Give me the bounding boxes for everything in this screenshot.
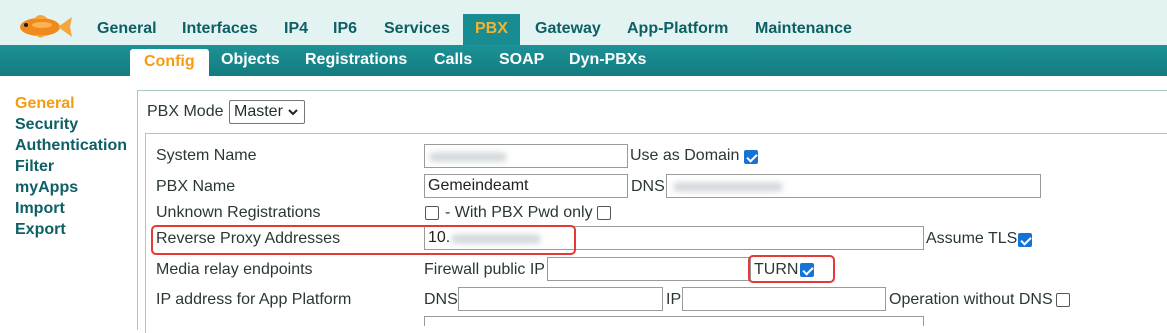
side-menu: General Security Authentication Filter m… (15, 93, 127, 240)
main-tab-app-platform[interactable]: App-Platform (627, 20, 728, 38)
operation-without-dns-label: Operation without DNS (889, 291, 1053, 308)
sub-tab-dyn-pbxs[interactable]: Dyn-PBXs (569, 51, 646, 69)
dns-input[interactable] (666, 174, 1041, 198)
side-item-export[interactable]: Export (15, 219, 127, 240)
goldfish-logo-icon (20, 15, 72, 38)
main-tab-gateway[interactable]: Gateway (535, 20, 601, 38)
pbx-name-input[interactable]: Gemeindeamt (424, 174, 628, 198)
sub-tab-soap[interactable]: SOAP (499, 51, 544, 69)
pbx-name-value: Gemeindeamt (428, 177, 529, 194)
use-as-domain-checkbox[interactable] (744, 150, 758, 164)
app-dns-input[interactable] (458, 287, 663, 311)
system-name-input[interactable] (424, 144, 628, 168)
unknown-registrations-checkbox[interactable] (425, 206, 439, 220)
main-tab-general[interactable]: General (97, 20, 157, 38)
pbx-mode-value: Master (234, 103, 283, 120)
next-row-input[interactable] (424, 316, 924, 326)
operation-without-dns-checkbox[interactable] (1056, 293, 1070, 307)
unknown-registrations-label: Unknown Registrations (156, 204, 321, 221)
assume-tls-checkbox[interactable] (1018, 233, 1032, 247)
side-item-general[interactable]: General (15, 93, 127, 114)
with-pbx-pwd-label: - With PBX Pwd only (445, 204, 593, 221)
media-relay-label: Media relay endpoints (156, 261, 313, 278)
sub-tab-config[interactable]: Config (130, 49, 209, 76)
app-ip-label: IP (666, 291, 682, 308)
pbx-name-label: PBX Name (156, 178, 236, 195)
redacted-text (429, 152, 507, 162)
side-item-filter[interactable]: Filter (15, 156, 127, 177)
sub-tab-registrations[interactable]: Registrations (305, 51, 407, 69)
main-tab-ip4[interactable]: IP4 (284, 20, 308, 38)
side-item-security[interactable]: Security (15, 114, 127, 135)
pbx-mode-select[interactable]: Master (229, 100, 305, 124)
main-tab-maintenance[interactable]: Maintenance (755, 20, 852, 38)
chevron-down-icon (288, 109, 298, 116)
main-tab-services[interactable]: Services (384, 20, 450, 38)
app-platform-ip-label: IP address for App Platform (156, 291, 352, 308)
header-title-strip (100, 0, 900, 4)
dns-label: DNS (631, 178, 665, 195)
pbx-mode-label: PBX Mode (147, 103, 224, 120)
side-item-myapps[interactable]: myApps (15, 177, 127, 198)
firewall-public-ip-label: Firewall public IP (424, 261, 545, 278)
redacted-text (673, 182, 783, 192)
side-item-authentication[interactable]: Authentication (15, 135, 127, 156)
system-name-label: System Name (156, 147, 257, 164)
main-tab-interfaces[interactable]: Interfaces (182, 20, 258, 38)
reverse-proxy-highlight (151, 225, 576, 255)
main-tab-ip6[interactable]: IP6 (333, 20, 357, 38)
use-as-domain-label: Use as Domain (630, 147, 740, 164)
sub-tab-objects[interactable]: Objects (221, 51, 280, 69)
app-dns-label: DNS (424, 291, 458, 308)
sub-nav: Config Objects Registrations Calls SOAP … (0, 45, 1167, 76)
app-ip-input[interactable] (682, 287, 886, 311)
with-pbx-pwd-checkbox[interactable] (597, 206, 611, 220)
assume-tls-label: Assume TLS (926, 230, 1018, 247)
sub-tab-calls[interactable]: Calls (434, 51, 472, 69)
top-header: General Interfaces IP4 IP6 Services PBX … (0, 0, 1167, 45)
firewall-public-ip-input[interactable] (547, 257, 751, 281)
turn-highlight (748, 255, 835, 283)
main-tab-pbx[interactable]: PBX (463, 14, 520, 45)
side-item-import[interactable]: Import (15, 198, 127, 219)
